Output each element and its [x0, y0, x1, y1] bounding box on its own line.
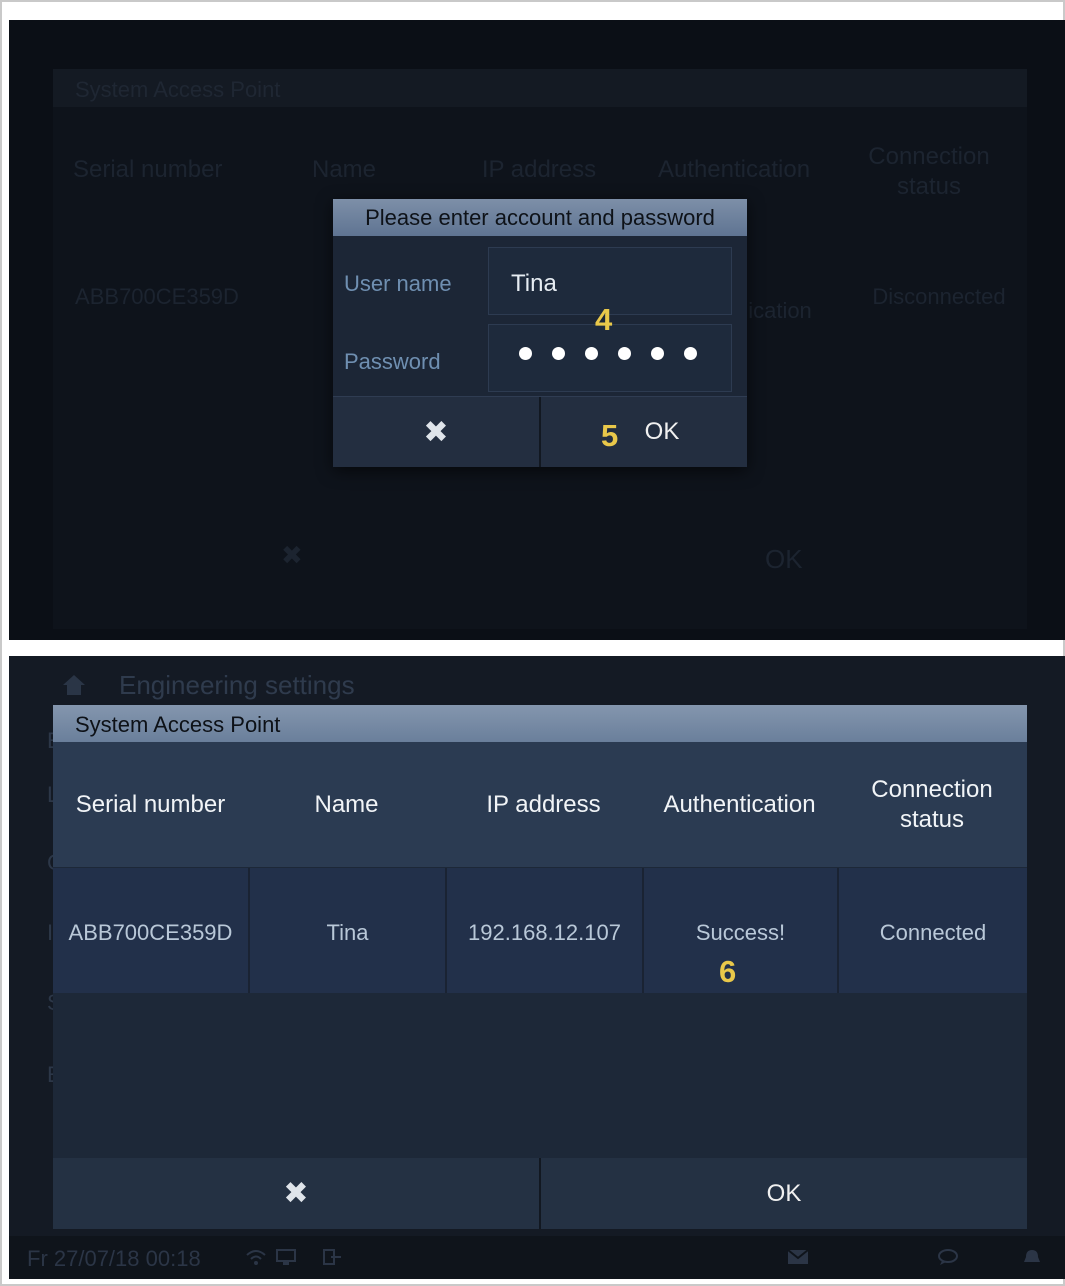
password-dot: [585, 347, 598, 360]
step-marker-4: 4: [595, 302, 613, 337]
bg-column-auth: Authentication: [657, 156, 811, 183]
table-header: Serial number Name IP address Authentica…: [53, 742, 1027, 867]
close-icon: ✖: [423, 415, 449, 449]
password-dot: [552, 347, 565, 360]
bg-column-name: Name: [311, 156, 377, 183]
window-button-bar: ✖ OK: [53, 1158, 1027, 1229]
mail-icon[interactable]: [787, 1248, 809, 1266]
cell-serial-number: ABB700CE359D: [68, 920, 233, 945]
bg-row-auth: ication: [748, 298, 812, 323]
window-title: System Access Point: [53, 705, 1027, 742]
dialog-button-bar: ✖ OK: [333, 396, 747, 467]
password-label: Password: [344, 349, 441, 374]
column-name: Name: [314, 790, 379, 818]
bg-column-connection: Connection status: [868, 143, 990, 200]
bg-ok-label: OK: [765, 544, 803, 574]
monitor-icon: [276, 1249, 296, 1265]
status-time: Fr 27/07/18 00:18: [27, 1246, 201, 1271]
login-dialog: Please enter account and password User n…: [333, 199, 747, 467]
column-authentication: Authentication: [663, 790, 816, 818]
step-marker-5: 5: [601, 418, 619, 453]
column-connection-status: Connection status: [871, 775, 993, 833]
password-dot: [684, 347, 697, 360]
password-dot: [618, 347, 631, 360]
cell-name: Tina: [248, 868, 445, 993]
exit-icon: [323, 1249, 341, 1265]
background-window-title: System Access Point: [53, 69, 1027, 107]
bg-column-ip: IP address: [481, 156, 597, 183]
table-row[interactable]: ABB700CE359D Tina 192.168.12.107 Success…: [53, 868, 1027, 993]
page-header: Engineering settings: [119, 670, 355, 700]
chat-icon[interactable]: [937, 1248, 959, 1266]
username-label: User name: [344, 271, 452, 296]
bg-column-serial: Serial number: [73, 156, 223, 183]
screenshot-login-dialog: System Access Point Serial number Name I…: [9, 20, 1065, 640]
password-dot: [651, 347, 664, 360]
wifi-icon: [246, 1250, 266, 1265]
cancel-button[interactable]: ✖: [53, 1158, 539, 1229]
password-dot: [519, 347, 532, 360]
bg-row-serial: ABB700CE359D: [75, 284, 239, 309]
cell-authentication: Success!: [642, 868, 837, 993]
bg-row-status: Disconnected: [872, 284, 1006, 309]
password-dots: [519, 347, 697, 360]
bg-cancel-icon: ✖: [281, 540, 303, 570]
ok-button[interactable]: OK: [539, 1158, 1027, 1229]
cell-ip-address: 192.168.12.107: [445, 868, 642, 993]
ok-button-label: OK: [766, 1179, 802, 1207]
ok-button[interactable]: OK: [539, 397, 747, 467]
home-icon: [63, 675, 85, 695]
close-icon: ✖: [283, 1177, 309, 1210]
column-serial-number: Serial number: [75, 790, 226, 818]
bell-icon[interactable]: [1021, 1248, 1043, 1266]
step-marker-6: 6: [719, 954, 737, 989]
cancel-button[interactable]: ✖: [333, 397, 539, 467]
dialog-title: Please enter account and password: [333, 199, 747, 236]
status-bar: Fr 27/07/18 00:18: [9, 1236, 1065, 1279]
screenshot-access-point-connected: Engineering settings E L C I S E System …: [9, 656, 1065, 1279]
username-value: Tina: [511, 270, 557, 297]
ok-button-label: OK: [644, 418, 680, 445]
access-point-window: System Access Point Serial number Name I…: [53, 705, 1027, 1229]
column-ip-address: IP address: [486, 790, 601, 818]
cell-connection-status: Connected: [837, 868, 1027, 993]
